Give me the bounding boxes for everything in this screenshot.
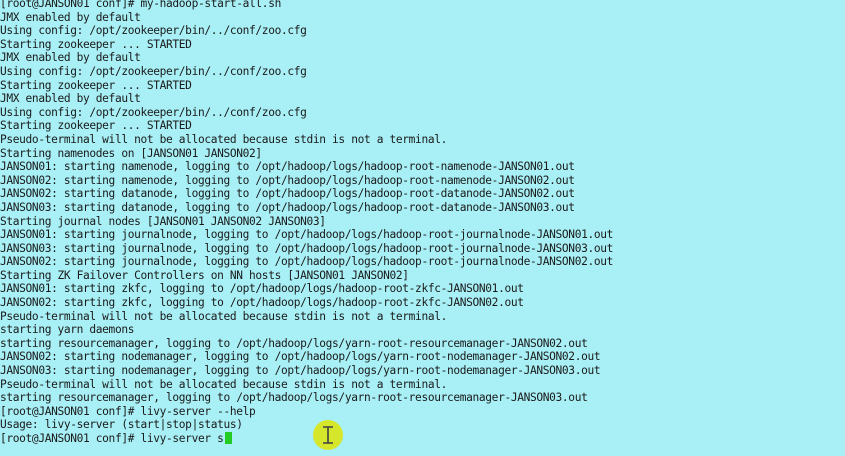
terminal-line: JMX enabled by default — [0, 10, 141, 24]
terminal-line: JANSON02: starting datanode, logging to … — [0, 187, 575, 201]
terminal-line: Starting zookeeper ... STARTED — [0, 78, 192, 92]
terminal-line: Usage: livy-server (start|stop|status) — [0, 418, 243, 432]
terminal-line: starting resourcemanager, logging to /op… — [0, 336, 588, 350]
terminal-line: Using config: /opt/zookeeper/bin/../conf… — [0, 64, 307, 78]
terminal-line: Pseudo-terminal will not be allocated be… — [0, 132, 447, 146]
prompt-input-line[interactable]: [root@JANSON01 conf]# livy-server s — [0, 432, 613, 446]
terminal-line: JMX enabled by default — [0, 51, 141, 65]
terminal-line: Using config: /opt/zookeeper/bin/../conf… — [0, 24, 307, 38]
terminal-line: [root@JANSON01 conf]# my-hadoop-start-al… — [0, 0, 281, 10]
terminal-line: Starting ZK Failover Controllers on NN h… — [0, 268, 409, 282]
terminal-line: JMX enabled by default — [0, 92, 141, 106]
terminal-line: [root@JANSON01 conf]# livy-server --help — [0, 404, 256, 418]
terminal-line: Pseudo-terminal will not be allocated be… — [0, 377, 447, 391]
terminal-line: Starting zookeeper ... STARTED — [0, 119, 192, 133]
terminal-line: JANSON01: starting namenode, logging to … — [0, 160, 575, 174]
terminal-window[interactable]: [root@JANSON01 conf]# my-hadoop-start-al… — [0, 0, 845, 456]
terminal-line: JANSON02: starting nodemanager, logging … — [0, 350, 601, 364]
terminal-line: Using config: /opt/zookeeper/bin/../conf… — [0, 105, 307, 119]
terminal-line: JANSON03: starting datanode, logging to … — [0, 200, 575, 214]
terminal-line: JANSON03: starting nodemanager, logging … — [0, 364, 601, 378]
terminal-line: JANSON01: starting journalnode, logging … — [0, 228, 614, 242]
terminal-line: Pseudo-terminal will not be allocated be… — [0, 309, 447, 323]
terminal-line: Starting journal nodes [JANSON01 JANSON0… — [0, 214, 326, 228]
terminal-line: JANSON03: starting journalnode, logging … — [0, 241, 614, 255]
terminal-line: JANSON01: starting zkfc, logging to /opt… — [0, 282, 524, 296]
terminal-line: JANSON02: starting zkfc, logging to /opt… — [0, 296, 524, 310]
terminal-line: JANSON02: starting namenode, logging to … — [0, 173, 575, 187]
terminal-output: [root@JANSON01 conf]# my-hadoop-start-al… — [0, 0, 613, 446]
terminal-line: Starting zookeeper ... STARTED — [0, 37, 192, 51]
terminal-line: Starting namenodes on [JANSON01 JANSON02… — [0, 146, 262, 160]
block-cursor — [224, 432, 232, 444]
terminal-line: JANSON02: starting journalnode, logging … — [0, 255, 614, 269]
prompt-text: [root@JANSON01 conf]# livy-server s — [0, 432, 224, 445]
terminal-line: starting yarn daemons — [0, 323, 135, 337]
text-cursor-pointer-icon — [313, 420, 343, 450]
terminal-line: starting resourcemanager, logging to /op… — [0, 391, 588, 405]
